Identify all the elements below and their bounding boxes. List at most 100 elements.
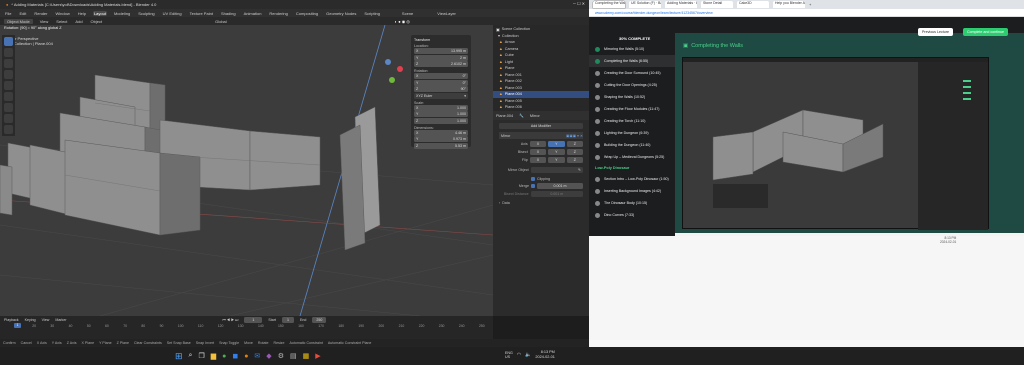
- object-menu[interactable]: Object: [90, 19, 104, 24]
- lecture-checkbox-icon[interactable]: [595, 118, 600, 124]
- modifier-name[interactable]: Mirror: [501, 134, 510, 138]
- mail-icon[interactable]: ✉: [254, 352, 260, 360]
- lecture-checkbox-icon[interactable]: [595, 82, 600, 88]
- tab-rendering[interactable]: Rendering: [268, 11, 288, 16]
- lecture-checkbox-icon[interactable]: [595, 142, 600, 148]
- lecture-checkbox-icon[interactable]: [595, 106, 600, 112]
- search-icon[interactable]: ⌕: [189, 352, 193, 360]
- scale-x[interactable]: X 1.000: [414, 104, 468, 111]
- tab-shading[interactable]: Shading: [220, 11, 237, 16]
- modifier-toggle-icons[interactable]: ▣▣▣ ▾ ✕: [566, 134, 583, 138]
- lecture-item[interactable]: Section Intro – Low-Poly Dinosaur (1:50): [589, 173, 675, 185]
- section-title[interactable]: Low-Poly Dinosaur: [589, 163, 675, 173]
- playback-menu[interactable]: Playback: [4, 318, 19, 322]
- flip-x-toggle[interactable]: X: [529, 157, 547, 163]
- marker-menu[interactable]: Marker: [55, 318, 66, 322]
- start-frame-field[interactable]: 1: [282, 316, 294, 323]
- lecture-item[interactable]: Building the Dungeon (11:40): [589, 139, 675, 151]
- flip-z-toggle[interactable]: Z: [566, 157, 584, 163]
- keying-menu[interactable]: Keying: [25, 318, 36, 322]
- bisect-z-toggle[interactable]: Z: [566, 149, 584, 155]
- media-icon[interactable]: ▶: [315, 352, 320, 360]
- location-z[interactable]: Z 2.6102 m: [414, 61, 468, 67]
- scene-selector[interactable]: Scene: [401, 11, 414, 16]
- scale-z[interactable]: Z 1.000: [414, 117, 468, 124]
- select-tool-icon[interactable]: [4, 37, 13, 46]
- mode-selector[interactable]: Object Mode: [4, 18, 33, 24]
- rotation-mode[interactable]: XYZ Euler ▾: [414, 92, 468, 99]
- lecture-checkbox-icon[interactable]: [595, 70, 600, 76]
- tab-compositing[interactable]: Compositing: [295, 11, 319, 16]
- rotation-z[interactable]: Z 90°: [414, 86, 468, 92]
- tab-texture-paint[interactable]: Texture Paint: [189, 11, 214, 16]
- viewlayer-selector[interactable]: ViewLayer: [436, 11, 457, 16]
- lecture-item[interactable]: Mirroring the Walls (5:10): [589, 43, 675, 55]
- menu-render[interactable]: Render: [33, 11, 48, 16]
- clipping-checkbox[interactable]: [531, 177, 535, 181]
- lecture-item[interactable]: Creating the Floor Modules (11:47): [589, 103, 675, 115]
- transform-tool-icon[interactable]: [4, 92, 13, 101]
- wifi-icon[interactable]: ◠: [517, 352, 521, 358]
- lecture-item[interactable]: Cutting the Door Openings (4:25): [589, 79, 675, 91]
- playback-controls[interactable]: ⏮ ◀ ▶ ⏭: [223, 318, 239, 322]
- volume-icon[interactable]: 🔈: [525, 352, 531, 358]
- lecture-checkbox-icon[interactable]: [595, 188, 600, 194]
- bisect-x-toggle[interactable]: X: [529, 149, 547, 155]
- select-menu[interactable]: Select: [55, 19, 68, 24]
- lecture-checkbox-icon[interactable]: [595, 94, 600, 100]
- clock[interactable]: 8:13 PM 2024-02-01: [535, 350, 554, 359]
- location-y[interactable]: Y2 m: [414, 54, 468, 61]
- eyedropper-icon[interactable]: ✎: [578, 168, 581, 172]
- merge-checkbox[interactable]: [531, 184, 535, 188]
- data-subpanel[interactable]: › Data: [499, 201, 583, 205]
- browser-tab[interactable]: UE Solution (F) · Bake map: [629, 1, 661, 8]
- menu-edit[interactable]: Edit: [18, 11, 27, 16]
- tab-scripting[interactable]: Scripting: [363, 11, 381, 16]
- start-button-icon[interactable]: ⊞: [175, 351, 183, 362]
- rotation-y[interactable]: Y 0°: [414, 79, 468, 86]
- timeline-ruler[interactable]: 1020304050607080901001101201301401501601…: [0, 323, 493, 329]
- tab-animation[interactable]: Animation: [243, 11, 263, 16]
- task-view-icon[interactable]: ❐: [198, 352, 204, 360]
- scale-tool-icon[interactable]: [4, 81, 13, 90]
- browser-tab[interactable]: Help you Blender Add-on: [773, 1, 805, 8]
- lecture-checkbox-icon[interactable]: [595, 176, 600, 182]
- new-tab-icon[interactable]: +: [809, 2, 811, 7]
- add-menu[interactable]: Add: [74, 19, 83, 24]
- orientation-selector[interactable]: Global: [214, 19, 228, 24]
- lecture-item[interactable]: Completing the Walls (6:55): [589, 55, 675, 67]
- mirror-object-field[interactable]: ✎: [530, 167, 583, 173]
- tab-sculpting[interactable]: Sculpting: [137, 11, 155, 16]
- rotation-x[interactable]: X 0°: [414, 73, 468, 79]
- window-controls[interactable]: ─ ☐ ✕: [573, 1, 585, 6]
- browser-tab[interactable]: Cake3D: [737, 1, 769, 8]
- dimensions-x[interactable]: X 4.46 m: [414, 129, 468, 136]
- lecture-item[interactable]: Dino Curves (7:33): [589, 209, 675, 221]
- merge-distance-field[interactable]: 0.001 m: [537, 183, 583, 189]
- lecture-video-frame[interactable]: [682, 57, 989, 230]
- measure-tool-icon[interactable]: [4, 114, 13, 123]
- lecture-checkbox-icon[interactable]: [595, 130, 600, 136]
- scale-y[interactable]: Y 1.000: [414, 111, 468, 117]
- browser-tab[interactable]: Adding Materials · Blender: [665, 1, 697, 8]
- view-menu[interactable]: View: [42, 318, 50, 322]
- notes-icon[interactable]: ▦: [303, 352, 310, 360]
- location-x[interactable]: X 13.995 m: [414, 48, 468, 54]
- current-frame-field[interactable]: 1: [244, 316, 263, 323]
- complete-continue-button[interactable]: Complete and continue: [963, 28, 1008, 36]
- menu-file[interactable]: File: [4, 11, 12, 16]
- address-bar[interactable]: www.udemy.com/course/blender-dungeon/lea…: [589, 9, 1024, 17]
- menu-help[interactable]: Help: [77, 11, 87, 16]
- browser-tab[interactable]: Completing the Walls | Udemy: [593, 1, 625, 8]
- annotate-tool-icon[interactable]: [4, 103, 13, 112]
- menu-window[interactable]: Window: [54, 11, 70, 16]
- lecture-checkbox-icon[interactable]: [595, 154, 600, 160]
- bisect-y-toggle[interactable]: Y: [548, 149, 565, 155]
- add-modifier-button[interactable]: Add Modifier: [499, 123, 583, 129]
- previous-lecture-button[interactable]: Previous Lecture: [918, 28, 953, 36]
- right-clock[interactable]: 8:13 PM 2024-02-01: [940, 236, 956, 244]
- axis-x-toggle[interactable]: X: [529, 141, 547, 147]
- tab-modeling[interactable]: Modeling: [113, 11, 131, 16]
- language-indicator[interactable]: ENG US: [505, 351, 513, 359]
- bisect-distance-field[interactable]: 0.001 m: [530, 191, 583, 197]
